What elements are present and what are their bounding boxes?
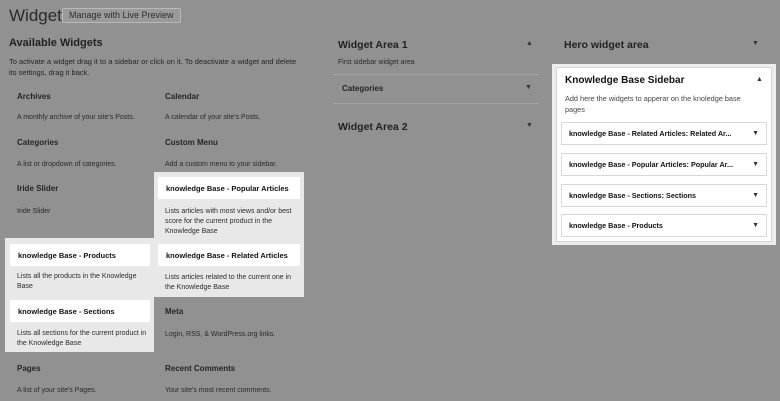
hero-widget-area-title[interactable]: Hero widget area	[564, 39, 649, 51]
widget-archives[interactable]: Archives	[17, 92, 51, 101]
widget-archives-desc: A monthly archive of your site's Posts.	[17, 114, 135, 121]
widget-custom-menu[interactable]: Custom Menu	[165, 138, 218, 147]
sidebar-widget-products[interactable]: knowledge Base - Products ▼	[561, 214, 767, 237]
widget-kb-popular-desc: Lists articles with most views and/or be…	[165, 208, 292, 235]
widget-kb-related-desc: Lists articles related to the current on…	[165, 274, 292, 291]
widget-area-1-title[interactable]: Widget Area 1	[338, 39, 408, 51]
sidebar-widget-label: knowledge Base - Products	[569, 221, 663, 230]
sidebar-widget-label: knowledge Base - Sections: Sections	[569, 191, 697, 200]
chevron-down-icon[interactable]: ▼	[752, 40, 759, 47]
chevron-down-icon[interactable]: ▼	[752, 215, 759, 236]
widget-kb-related[interactable]: knowledge Base - Related Articles	[158, 244, 300, 266]
widget-categories[interactable]: Categories	[17, 138, 58, 147]
widget-kb-popular[interactable]: knowledge Base - Popular Articles	[158, 177, 300, 199]
available-widgets-title: Available Widgets	[9, 37, 103, 49]
sidebar-widget-sections[interactable]: knowledge Base - Sections: Sections ▼	[561, 184, 767, 207]
sidebar-widget-label: knowledge Base - Related Articles: Relat…	[569, 129, 732, 138]
widget-recent-comments-desc: Your site's most recent comments.	[165, 387, 272, 394]
knowledge-base-sidebar-title[interactable]: Knowledge Base Sidebar	[565, 75, 684, 86]
widget-meta[interactable]: Meta	[165, 307, 183, 316]
chevron-down-icon[interactable]: ▼	[752, 185, 759, 206]
chevron-up-icon[interactable]: ▲	[526, 40, 533, 47]
chevron-down-icon[interactable]: ▼	[752, 154, 759, 175]
widget-kb-sections[interactable]: knowledge Base - Sections	[10, 300, 150, 322]
knowledge-base-sidebar: Knowledge Base Sidebar ▲ Add here the wi…	[556, 67, 772, 242]
widget-meta-desc: Login, RSS, & WordPress.org links.	[165, 331, 276, 338]
chevron-down-icon[interactable]: ▼	[752, 123, 759, 144]
widget-area-1-item-label: Categories	[342, 84, 384, 93]
widget-iride-slider[interactable]: Iride Slider	[17, 184, 58, 193]
widget-area-1-item[interactable]: Categories ▼	[333, 74, 539, 104]
chevron-up-icon[interactable]: ▲	[756, 76, 763, 83]
available-widgets-description: To activate a widget drag it to a sideba…	[9, 57, 297, 77]
chevron-down-icon[interactable]: ▼	[525, 84, 532, 91]
widget-pages-desc: A list of your site's Pages.	[17, 387, 97, 394]
widget-recent-comments[interactable]: Recent Comments	[165, 364, 235, 373]
widget-calendar-desc: A calendar of your site's Posts.	[165, 114, 261, 121]
knowledge-base-sidebar-desc: Add here the widgets to apperar on the k…	[565, 94, 741, 114]
widget-custom-menu-desc: Add a custom menu to your sidebar.	[165, 161, 278, 168]
chevron-down-icon[interactable]: ▼	[526, 122, 533, 129]
widget-categories-desc: A list or dropdown of categories.	[17, 161, 117, 168]
widget-pages[interactable]: Pages	[17, 364, 41, 373]
widget-kb-products-desc: Lists all the products in the Knowledge …	[17, 273, 137, 290]
widget-kb-sections-desc: Lists all sections for the current produ…	[17, 330, 147, 347]
sidebar-widget-related-articles[interactable]: knowledge Base - Related Articles: Relat…	[561, 122, 767, 145]
widget-calendar[interactable]: Calendar	[165, 92, 199, 101]
sidebar-widget-label: knowledge Base - Popular Articles: Popul…	[569, 160, 734, 169]
widget-area-2-title[interactable]: Widget Area 2	[338, 121, 408, 133]
manage-live-preview-button[interactable]: Manage with Live Preview	[62, 8, 181, 23]
widget-iride-slider-desc: Iride Slider	[17, 208, 51, 215]
knowledge-base-sidebar-panel: Knowledge Base Sidebar ▲ Add here the wi…	[552, 64, 776, 245]
widget-kb-products[interactable]: knowledge Base - Products	[10, 244, 150, 266]
sidebar-widget-popular-articles[interactable]: knowledge Base - Popular Articles: Popul…	[561, 153, 767, 176]
widget-area-1-desc: First sidebar widget area	[338, 59, 415, 66]
